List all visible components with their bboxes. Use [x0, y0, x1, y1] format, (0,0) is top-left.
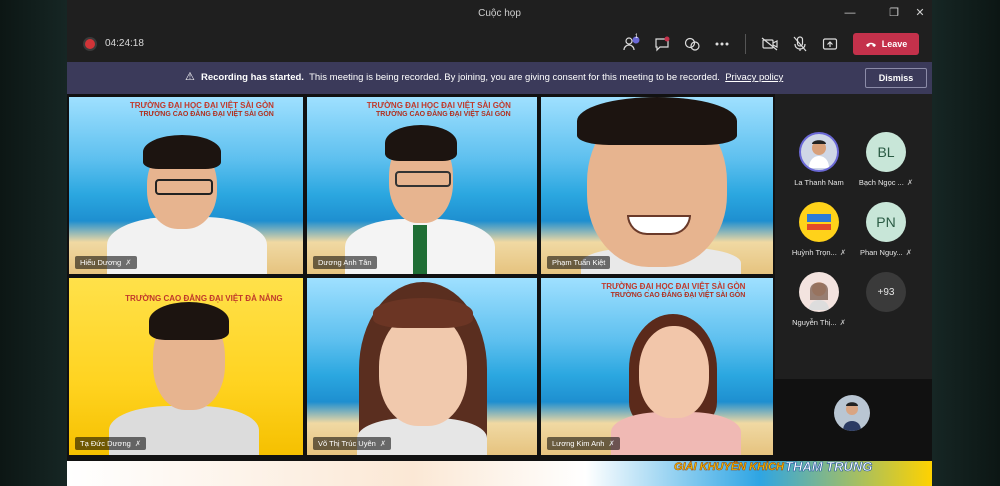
- meeting-window: Cuộc họp — ❐ ✕ 04:24:18 1 Leave ⚠ Record…: [67, 0, 932, 486]
- left-background: [0, 0, 67, 486]
- avatar: [799, 202, 839, 242]
- banner-school-text: TRƯỜNG ĐẠI HỌC ĐẠI VIỆT SÀI GÒN: [129, 101, 274, 110]
- participant-name-tag: Hiếu Dương ✗: [75, 256, 137, 269]
- roster-name: La Thanh Nam: [794, 178, 844, 187]
- avatar: [799, 132, 839, 172]
- microphone-button[interactable]: [789, 34, 811, 54]
- participant-name-tag: Võ Thị Trúc Uyên ✗: [313, 437, 392, 450]
- chat-button[interactable]: [651, 34, 673, 54]
- participant-name-tag: Dương Anh Tân: [313, 256, 377, 269]
- mic-off-icon: [793, 36, 807, 52]
- mic-off-icon: ✗: [125, 258, 132, 267]
- avatar-initials: BL: [877, 144, 895, 160]
- minimize-icon[interactable]: —: [843, 6, 857, 20]
- participant-name-tag: Lương Kim Anh ✗: [547, 437, 620, 450]
- banner-school-text: TRƯỜNG CAO ĐẲNG ĐẠI VIỆT SÀI GÒN: [610, 292, 746, 299]
- participant-name: Võ Thị Trúc Uyên: [318, 439, 376, 448]
- roster-name: Bạch Ngọc ...: [858, 178, 904, 187]
- avatar: BL: [866, 132, 906, 172]
- mic-off-icon: ✗: [134, 439, 142, 448]
- bottom-video-strip: GIẢI KHUYẾN KHÍCH THAM TRÚNG: [67, 461, 932, 486]
- camera-off-icon: [761, 37, 778, 51]
- video-tile[interactable]: Võ Thị Trúc Uyên ✗: [307, 278, 537, 455]
- right-background: [932, 0, 1000, 486]
- window-title: Cuộc họp: [478, 8, 521, 19]
- phone-hangup-icon: [865, 42, 876, 47]
- mic-off-icon: ✗: [379, 439, 387, 448]
- reactions-icon: [684, 37, 700, 51]
- video-tile[interactable]: TRƯỜNG ĐẠI HỌC ĐẠI VIỆT SÀI GÒN TRƯỜNG C…: [307, 97, 537, 274]
- overflow-count: +93: [877, 286, 895, 298]
- video-tile[interactable]: Phạm Tuấn Kiệt: [541, 97, 773, 274]
- banner-message: This meeting is being recorded. By joini…: [309, 72, 720, 83]
- leave-button[interactable]: Leave: [853, 33, 919, 55]
- video-tile[interactable]: TRƯỜNG ĐẠI HỌC ĐẠI VIỆT SÀI GÒN TRƯỜNG C…: [541, 278, 773, 455]
- video-tile[interactable]: TRƯỜNG ĐẠI HỌC ĐẠI VIỆT SÀI GÒN TRƯỜNG C…: [69, 97, 303, 274]
- strip-text: THAM TRÚNG: [785, 461, 873, 474]
- meeting-timer: 04:24:18: [105, 38, 144, 49]
- self-view[interactable]: [834, 395, 870, 431]
- privacy-policy-link[interactable]: Privacy policy: [725, 72, 783, 83]
- maximize-icon[interactable]: ❐: [887, 6, 901, 20]
- banner-school-text: TRƯỜNG CAO ĐẲNG ĐẠI VIỆT SÀI GÒN: [139, 111, 274, 118]
- recording-banner: ⚠ Recording has started. This meeting is…: [67, 62, 932, 94]
- roster-item[interactable]: Nguyễn Thị... ✗: [789, 272, 849, 327]
- avatar: +93: [866, 272, 906, 312]
- mic-off-icon: ✗: [905, 248, 913, 257]
- roster-name: Phan Nguy...: [859, 248, 903, 257]
- roster-name: Nguyễn Thị...: [792, 318, 837, 327]
- banner-school-text: TRƯỜNG ĐẠI HỌC ĐẠI VIỆT SÀI GÒN: [601, 282, 746, 291]
- participant-name: Phạm Tuấn Kiệt: [552, 258, 606, 267]
- share-icon: [822, 38, 838, 50]
- close-icon[interactable]: ✕: [913, 6, 927, 20]
- participant-name-tag: Tạ Đức Dương ✗: [75, 437, 147, 450]
- roster-item[interactable]: Huỳnh Trọn... ✗: [789, 202, 849, 257]
- strip-text: GIẢI KHUYẾN KHÍCH: [674, 461, 785, 473]
- title-bar: Cuộc họp — ❐ ✕: [67, 0, 932, 26]
- participant-name: Hiếu Dương: [80, 258, 122, 267]
- warning-icon: ⚠: [185, 71, 195, 83]
- share-button[interactable]: [819, 34, 841, 54]
- recording-icon: [85, 39, 95, 49]
- avatar: PN: [866, 202, 906, 242]
- banner-school-text: TRƯỜNG CAO ĐẲNG ĐẠI VIỆT SÀI GÒN: [376, 111, 511, 118]
- participant-name: Lương Kim Anh: [552, 439, 605, 448]
- reactions-button[interactable]: [681, 34, 703, 54]
- dismiss-button[interactable]: Dismiss: [865, 68, 927, 88]
- camera-button[interactable]: [759, 34, 781, 54]
- toolbar-divider: [745, 34, 746, 54]
- meeting-toolbar: 04:24:18 1 Leave: [67, 26, 932, 62]
- roster-item[interactable]: BL Bạch Ngọc ... ✗: [856, 132, 916, 187]
- participant-name: Tạ Đức Dương: [80, 439, 131, 448]
- more-options-button[interactable]: [711, 34, 733, 54]
- roster-name: Huỳnh Trọn...: [791, 248, 837, 257]
- roster-item[interactable]: La Thanh Nam: [789, 132, 849, 187]
- more-icon: [715, 42, 729, 46]
- mic-off-icon: ✗: [906, 178, 914, 187]
- chat-icon: [655, 36, 670, 52]
- participant-name: Dương Anh Tân: [318, 258, 372, 267]
- banner-title: Recording has started.: [201, 72, 304, 83]
- more-participants[interactable]: +93: [856, 272, 916, 312]
- mic-off-icon: ✗: [608, 439, 615, 448]
- mic-off-icon: ✗: [839, 248, 847, 257]
- mic-off-icon: ✗: [839, 318, 846, 327]
- leave-label: Leave: [881, 39, 908, 49]
- avatar: [799, 272, 839, 312]
- banner-school-text: TRƯỜNG CAO ĐẲNG ĐẠI VIỆT ĐÀ NẴNG: [125, 294, 283, 303]
- avatar-initials: PN: [876, 214, 896, 230]
- participants-button[interactable]: 1: [621, 34, 643, 54]
- banner-school-text: TRƯỜNG ĐẠI HỌC ĐẠI VIỆT SÀI GÒN: [366, 101, 511, 110]
- roster-item[interactable]: PN Phan Nguy... ✗: [856, 202, 916, 257]
- participant-name-tag: Phạm Tuấn Kiệt: [547, 256, 611, 269]
- participant-roster: La Thanh Nam BL Bạch Ngọc ... ✗ Huỳnh Trọ…: [775, 94, 932, 379]
- video-tile[interactable]: TRƯỜNG CAO ĐẲNG ĐẠI VIỆT ĐÀ NẴNG Tạ Đức …: [69, 278, 303, 455]
- participants-badge: 1: [634, 34, 639, 40]
